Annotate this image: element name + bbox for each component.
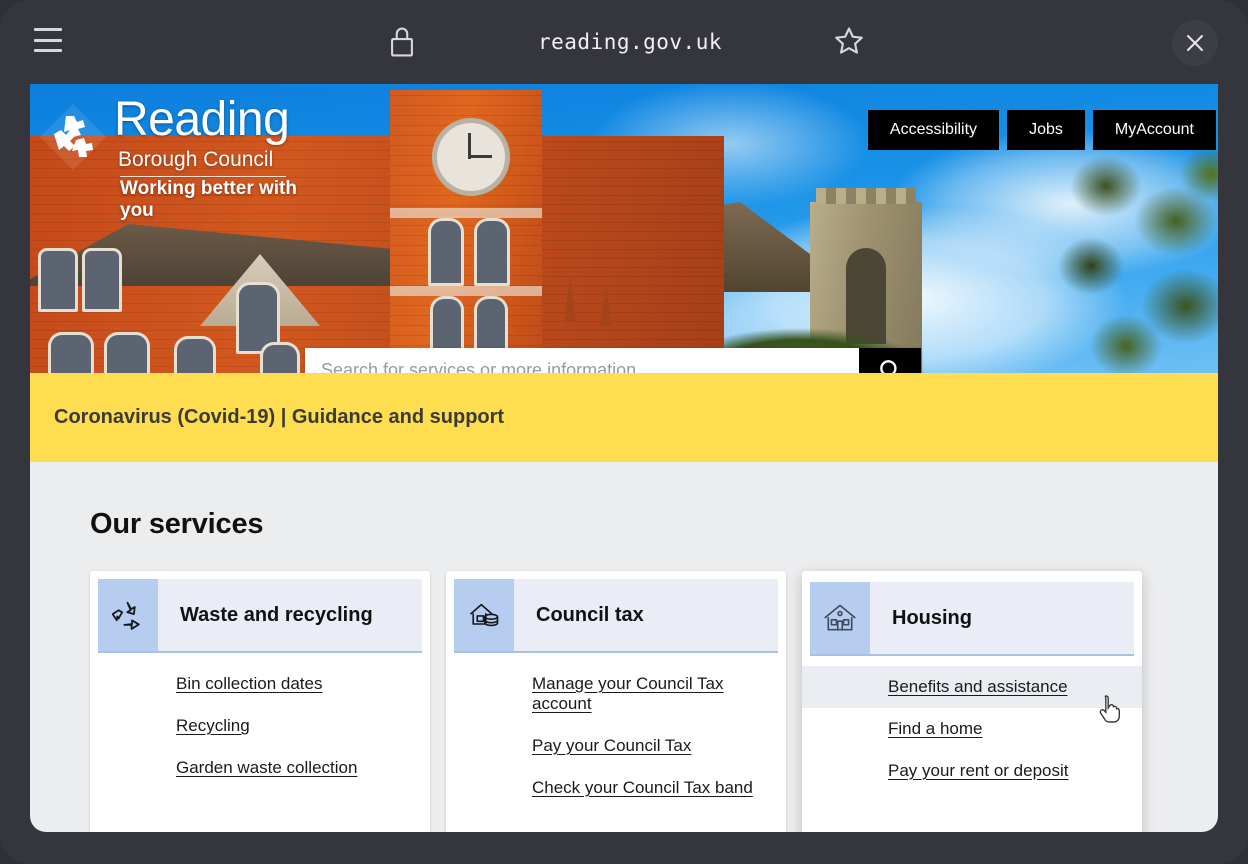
hero-nav: Accessibility Jobs MyAccount: [867, 110, 1216, 150]
logo-subtitle: Borough Council: [118, 148, 274, 171]
card-link[interactable]: Pay your rent or deposit: [802, 750, 1142, 792]
hero-photo-window: [38, 248, 78, 312]
house-icon: [810, 582, 870, 654]
star-icon[interactable]: [832, 24, 866, 58]
nav-accessibility[interactable]: Accessibility: [867, 110, 1000, 150]
card-title: Housing: [892, 606, 972, 629]
hero-photo-window: [474, 218, 510, 286]
covid-banner-link[interactable]: Coronavirus (Covid-19) | Guidance and su…: [54, 406, 504, 429]
browser-window: reading.gov.uk Reading Borough Council W…: [0, 0, 1248, 864]
card-link[interactable]: Find a home: [802, 708, 1142, 750]
recycling-icon: [98, 579, 158, 651]
card-link[interactable]: Check your Council Tax band: [446, 767, 786, 809]
hero-photo-window: [174, 336, 216, 373]
card-link[interactable]: Benefits and assistance: [802, 666, 1142, 708]
covid-banner: Coronavirus (Covid-19) | Guidance and su…: [30, 373, 1218, 462]
url-bar[interactable]: reading.gov.uk: [440, 26, 820, 58]
logo-divider: [120, 176, 286, 177]
url-text: reading.gov.uk: [537, 30, 722, 54]
browser-chrome: reading.gov.uk: [0, 0, 1248, 84]
hero-photo-band: [390, 286, 542, 296]
logo-name: Reading: [114, 93, 290, 146]
our-services-section: Our services Waste and recycling Bin col…: [30, 462, 1218, 832]
card-link[interactable]: Pay your Council Tax: [446, 725, 786, 767]
search-icon: [880, 360, 897, 373]
hero-photo-band: [390, 208, 542, 218]
card-header: Waste and recycling: [98, 579, 422, 653]
hero-photo-spire: [564, 276, 576, 322]
card-header: Housing: [810, 582, 1134, 656]
reading-borough-council-logo-mark: [36, 100, 110, 174]
hero-photo-window: [428, 218, 464, 286]
service-cards: Waste and recycling Bin collection dates…: [90, 571, 1158, 832]
hero-photo-window: [104, 332, 150, 373]
card-title: Waste and recycling: [180, 603, 373, 626]
close-button[interactable]: [1172, 20, 1218, 66]
hero-photo-spire: [600, 286, 612, 326]
hero-photo-clock-tower: [390, 90, 542, 373]
card-links: Benefits and assistance Find a home Pay …: [802, 666, 1142, 792]
card-link[interactable]: Manage your Council Tax account: [446, 663, 786, 725]
hero-photo-clock: [432, 118, 510, 196]
hamburger-bar: [34, 28, 62, 31]
search-input[interactable]: [305, 348, 859, 373]
hamburger-menu-icon[interactable]: [34, 28, 62, 52]
hero-photo-tree: [1046, 146, 1218, 373]
service-card-waste-and-recycling[interactable]: Waste and recycling Bin collection dates…: [90, 571, 430, 832]
search-bar: [305, 348, 921, 373]
section-heading: Our services: [90, 508, 264, 540]
service-card-council-tax[interactable]: Council tax Manage your Council Tax acco…: [446, 571, 786, 832]
card-link[interactable]: Garden waste collection: [90, 747, 430, 789]
card-link[interactable]: Bin collection dates: [90, 663, 430, 705]
card-title: Council tax: [536, 603, 644, 626]
card-link[interactable]: Recycling: [90, 705, 430, 747]
hero-photo-window: [260, 342, 300, 373]
padlock-icon[interactable]: [388, 24, 416, 60]
hamburger-bar: [34, 38, 62, 42]
hero-banner: Reading Borough Council Working better w…: [30, 84, 1218, 373]
nav-myaccount[interactable]: MyAccount: [1092, 110, 1216, 150]
nav-jobs[interactable]: Jobs: [1007, 110, 1085, 150]
logo-tagline: Working better with you: [120, 178, 297, 221]
close-x-icon: [1187, 35, 1203, 51]
hamburger-bar: [34, 49, 62, 52]
house-with-coins-icon: [454, 579, 514, 651]
page-viewport: Reading Borough Council Working better w…: [30, 84, 1218, 832]
hero-photo-window: [82, 248, 122, 312]
service-card-housing[interactable]: Housing Benefits and assistance Find a h…: [802, 571, 1142, 832]
card-header: Council tax: [454, 579, 778, 653]
card-links: Bin collection dates Recycling Garden wa…: [90, 663, 430, 789]
site-logo[interactable]: Reading Borough Council Working better w…: [36, 93, 336, 221]
hero-photo-window: [48, 332, 94, 373]
card-links: Manage your Council Tax account Pay your…: [446, 663, 786, 809]
search-button[interactable]: [859, 348, 921, 373]
